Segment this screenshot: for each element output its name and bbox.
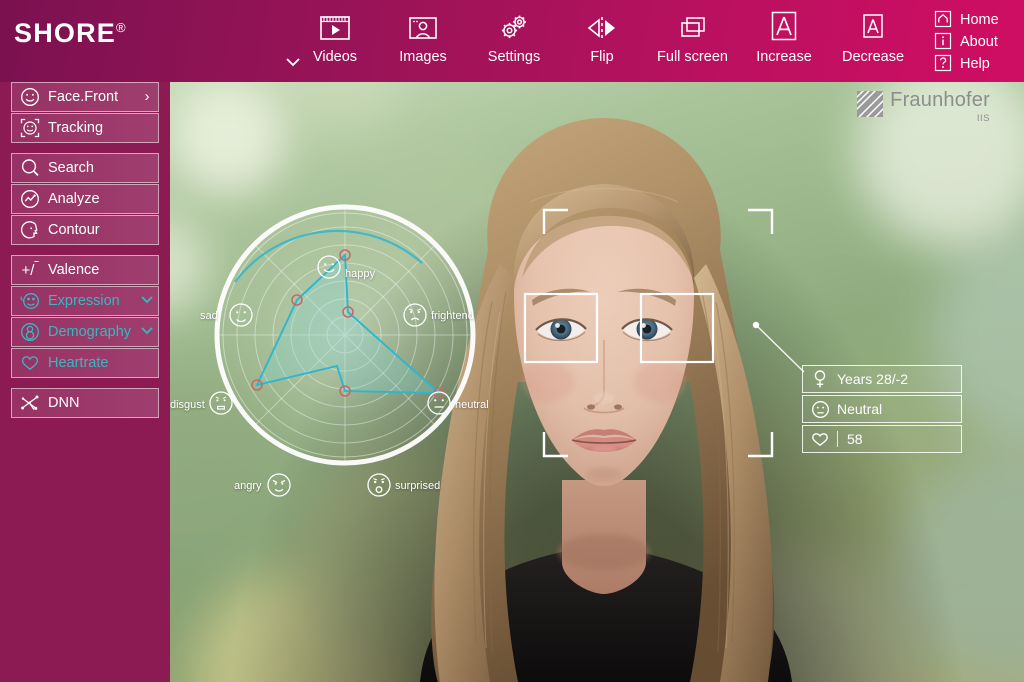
heart-icon xyxy=(12,352,48,374)
nav-fullscreen-label: Full screen xyxy=(657,49,728,65)
sidebar-divider-1 xyxy=(0,144,170,153)
smiley-icon xyxy=(12,86,48,108)
nav-fullscreen[interactable]: Full screen xyxy=(645,8,740,65)
chevron-right-icon: › xyxy=(144,89,150,105)
sidebar-item-contour[interactable]: Contour xyxy=(11,215,159,245)
face-bounding-corners xyxy=(542,208,774,458)
nav-videos-label: Videos xyxy=(312,49,358,65)
sidebar-divider-3 xyxy=(0,379,170,388)
app-logo-trademark: ® xyxy=(116,20,127,35)
nav-settings-label: Settings xyxy=(487,49,541,65)
flip-horizontal-icon xyxy=(573,8,631,48)
sidebar-item-dnn-label: DNN xyxy=(48,395,80,411)
link-help-label: Help xyxy=(960,56,990,72)
sidebar-item-expression[interactable]: Expression xyxy=(11,286,159,316)
left-sidebar: Face.Front › Tracking Search Analyze Con… xyxy=(0,82,170,682)
sidebar-item-tracking[interactable]: Tracking xyxy=(11,113,159,143)
nav-settings[interactable]: Settings xyxy=(478,8,550,65)
sidebar-item-valence[interactable]: +/ Valence xyxy=(11,255,159,285)
heart-icon-result xyxy=(803,430,837,448)
sidebar-item-demography-label: Demography xyxy=(48,324,132,340)
sidebar-item-valence-label: Valence xyxy=(48,262,100,278)
sidebar-divider-2 xyxy=(0,246,170,255)
chevron-down-icon[interactable] xyxy=(136,293,158,309)
sidebar-item-heartrate-label: Heartrate xyxy=(48,355,109,371)
nav-decrease-label: Decrease xyxy=(841,49,905,65)
female-gender-icon xyxy=(803,369,837,389)
sidebar-item-face-front[interactable]: Face.Front › xyxy=(11,82,159,112)
plus-minus-icon: +/ xyxy=(21,261,35,279)
nav-images[interactable]: Images xyxy=(390,8,456,65)
analyze-chart-icon xyxy=(12,188,48,210)
nav-decrease[interactable]: Decrease xyxy=(838,8,908,65)
app-logo-text: SHORE xyxy=(14,18,117,48)
home-icon xyxy=(934,10,952,28)
sidebar-group-tools: Search Analyze Contour xyxy=(11,153,159,245)
chevron-down-icon-2[interactable] xyxy=(136,324,158,340)
decrease-font-icon xyxy=(838,8,908,48)
nav-images-label: Images xyxy=(399,49,447,65)
link-help[interactable]: Help xyxy=(934,54,1012,72)
app-logo: SHORE® xyxy=(14,18,127,49)
eye-box-right xyxy=(639,292,715,364)
result-row-expression[interactable]: Neutral xyxy=(802,395,962,423)
analysis-results-panel: Years 28/-2 Neutral 58 xyxy=(802,365,962,455)
sidebar-item-tracking-label: Tracking xyxy=(48,120,104,136)
top-header-bar: SHORE® Videos Images Settings Flip Full … xyxy=(0,0,1024,82)
demography-icon xyxy=(12,321,48,343)
info-icon xyxy=(934,32,952,50)
nav-videos[interactable]: Videos xyxy=(305,8,365,65)
link-home-label: Home xyxy=(960,12,999,28)
sidebar-item-face-front-label: Face.Front xyxy=(48,89,119,105)
sidebar-group-mode: Face.Front › Tracking xyxy=(11,82,159,143)
sidebar-item-search-label: Search xyxy=(48,160,94,176)
link-home[interactable]: Home xyxy=(934,10,1012,28)
sidebar-item-analyze[interactable]: Analyze xyxy=(11,184,159,214)
sidebar-group-analysis: +/ Valence Expression Demography Heartra… xyxy=(11,255,159,378)
result-row-age[interactable]: Years 28/-2 xyxy=(802,365,962,393)
sidebar-item-demography[interactable]: Demography xyxy=(11,317,159,347)
expression-face-icon xyxy=(12,290,48,312)
eye-box-left xyxy=(523,292,599,364)
link-about-label: About xyxy=(960,34,998,50)
question-icon xyxy=(934,54,952,72)
sidebar-item-expression-label: Expression xyxy=(48,293,120,309)
shore-app-window: SHORE® Videos Images Settings Flip Full … xyxy=(0,0,1024,682)
result-heartrate-divider xyxy=(837,431,838,447)
neural-net-icon xyxy=(12,392,48,414)
sidebar-group-dnn: DNN xyxy=(11,388,159,418)
result-heartrate-value: 58 xyxy=(847,431,863,447)
result-age-value: Years 28/-2 xyxy=(837,371,909,387)
result-expression-value: Neutral xyxy=(837,401,883,417)
fullscreen-icon xyxy=(645,8,740,48)
result-row-heartrate[interactable]: 58 xyxy=(802,425,962,453)
pointer-line xyxy=(752,321,805,373)
person-photo-icon xyxy=(390,8,456,48)
nav-increase-label: Increase xyxy=(756,49,812,65)
sidebar-item-dnn[interactable]: DNN xyxy=(11,388,159,418)
increase-font-icon xyxy=(750,8,818,48)
face-contour-icon xyxy=(12,219,48,241)
face-tracking-icon xyxy=(12,117,48,139)
nav-flip[interactable]: Flip xyxy=(573,8,631,65)
nav-flip-label: Flip xyxy=(590,49,614,65)
sidebar-item-contour-label: Contour xyxy=(48,222,100,238)
nav-increase[interactable]: Increase xyxy=(750,8,818,65)
sidebar-item-search[interactable]: Search xyxy=(11,153,159,183)
magnifier-icon xyxy=(12,157,48,179)
gears-icon xyxy=(478,8,550,48)
sidebar-item-analyze-label: Analyze xyxy=(48,191,100,207)
videos-dropdown-caret[interactable] xyxy=(282,52,304,72)
video-player-icon xyxy=(305,8,365,48)
sidebar-item-heartrate[interactable]: Heartrate xyxy=(11,348,159,378)
video-stage[interactable]: Fraunhofer IIS happy frightend neutral s… xyxy=(170,82,1024,682)
neutral-face-icon xyxy=(803,400,837,419)
link-about[interactable]: About xyxy=(934,32,1012,50)
